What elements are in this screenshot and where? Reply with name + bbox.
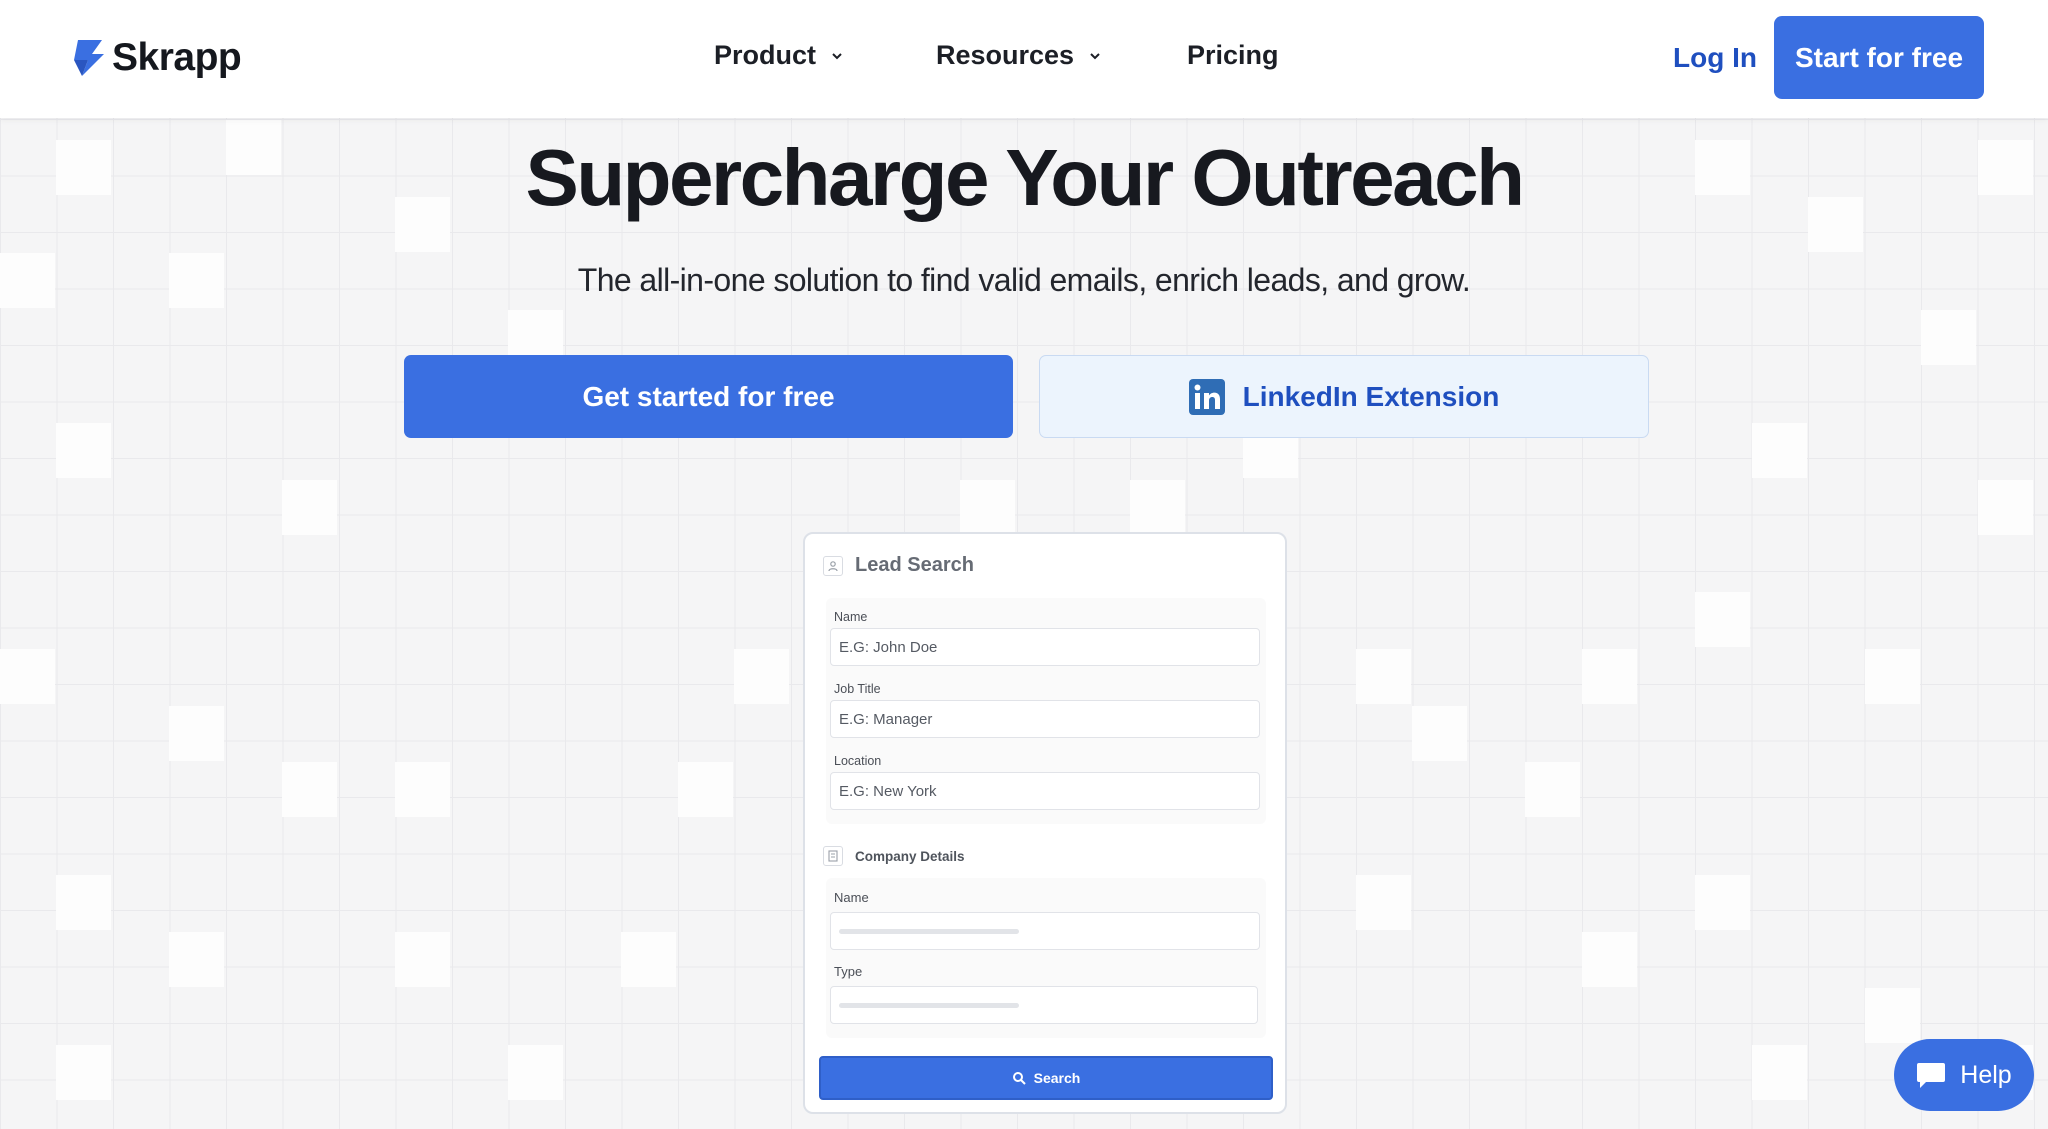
building-icon — [823, 846, 843, 866]
company-label-type: Type — [834, 964, 863, 979]
location-input[interactable]: E.G: New York — [830, 772, 1260, 810]
company-details-header: Company Details — [823, 846, 965, 866]
lead-search-title: Lead Search — [855, 554, 974, 576]
chevron-down-icon — [1090, 52, 1100, 59]
nav-item-label: Pricing — [1187, 40, 1279, 70]
job-title-input[interactable]: E.G: Manager — [830, 700, 1260, 738]
nav-item-resources[interactable]: Resources — [936, 40, 1102, 71]
name-input-placeholder: E.G: John Doe — [839, 638, 938, 656]
placeholder-line — [839, 1002, 1019, 1008]
field-label-job-title: Job Title — [834, 682, 881, 696]
nav-item-product[interactable]: Product — [714, 40, 844, 71]
nav-item-pricing[interactable]: Pricing — [1187, 40, 1279, 71]
search-button-label: Search — [1033, 1070, 1081, 1086]
chevron-down-icon — [832, 52, 842, 59]
lead-search-header: Lead Search — [823, 554, 974, 577]
start-for-free-button[interactable]: Start for free — [1774, 16, 1984, 99]
company-fields-section: Name Type — [826, 878, 1266, 1038]
placeholder-line — [839, 928, 1019, 934]
nav-item-label: Resources — [936, 40, 1075, 70]
page: Skrapp Product Resources Pricing Log In … — [0, 0, 2048, 1129]
field-label-location: Location — [834, 754, 882, 768]
linkedin-icon — [1188, 378, 1225, 415]
get-started-button[interactable]: Get started for free — [404, 355, 1013, 438]
company-name-input[interactable] — [830, 912, 1260, 950]
search-button[interactable]: Search — [819, 1056, 1273, 1100]
top-navbar: Skrapp Product Resources Pricing Log In … — [0, 0, 2048, 118]
location-input-placeholder: E.G: New York — [839, 782, 937, 800]
name-input[interactable]: E.G: John Doe — [830, 628, 1260, 666]
linkedin-extension-label: LinkedIn Extension — [1242, 380, 1500, 412]
help-button-label: Help — [1960, 1060, 2012, 1089]
search-icon — [1012, 1072, 1026, 1085]
field-label-name: Name — [834, 610, 868, 624]
chat-bubble-icon — [1917, 1063, 1946, 1088]
login-link[interactable]: Log In — [1673, 42, 1757, 74]
lead-search-card: Lead Search Name E.G: John Doe Job Title… — [803, 532, 1287, 1114]
company-label-name: Name — [834, 890, 869, 905]
user-icon — [823, 555, 843, 576]
nav-item-label: Product — [714, 40, 817, 70]
company-type-input[interactable] — [830, 986, 1258, 1024]
job-title-input-placeholder: E.G: Manager — [839, 710, 933, 728]
hero-title: Supercharge Your Outreach — [525, 133, 1525, 222]
help-button[interactable]: Help — [1894, 1039, 2034, 1111]
company-details-title: Company Details — [855, 848, 965, 864]
hero-subtitle: The all-in-one solution to find valid em… — [577, 262, 1471, 298]
lead-fields-section: Name E.G: John Doe Job Title E.G: Manage… — [826, 598, 1266, 824]
linkedin-extension-button[interactable]: LinkedIn Extension — [1039, 355, 1649, 438]
